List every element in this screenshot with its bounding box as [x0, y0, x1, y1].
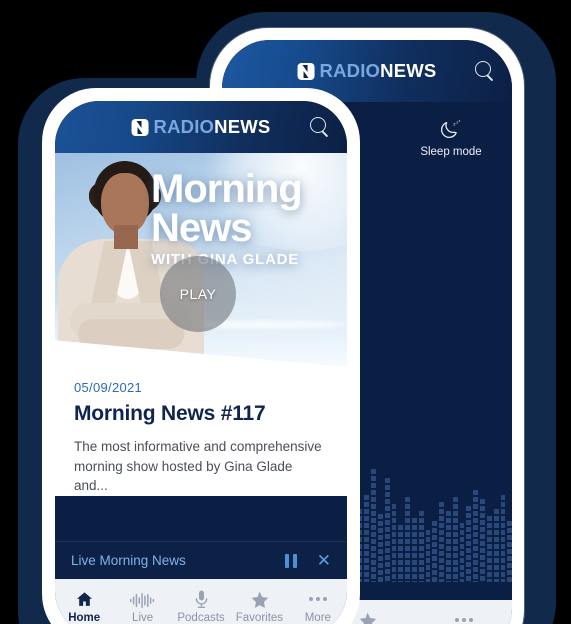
star-icon [358, 611, 377, 624]
waveform-bar [411, 518, 417, 582]
nav-label-podcasts: Podcasts [177, 611, 225, 624]
app-logo: RADIONEWS [297, 59, 437, 81]
nav-item-more[interactable]: More [415, 611, 512, 624]
hero-title-line2: News [151, 205, 253, 250]
nav-item-favorites[interactable]: Favorites [230, 590, 288, 624]
front-app-header: RADIONEWS [55, 101, 347, 153]
hero-title-line1: Morning [151, 167, 303, 211]
nav-label-more: More [304, 611, 331, 624]
logo-text-news: NEWS [380, 59, 437, 81]
waveform-bar [391, 504, 397, 582]
waveform-bar [507, 520, 512, 582]
article-description: The most informative and comprehensive m… [74, 439, 322, 494]
nav-label-live: Live [132, 611, 154, 624]
nav-label-favorites: Favorites [235, 611, 284, 624]
nav-item-more[interactable]: More [289, 590, 347, 624]
waveform-bar [425, 530, 431, 582]
svg-text:z: z [459, 119, 461, 123]
play-button[interactable]: PLAY [160, 256, 236, 332]
screenshot-canvas: RADIONEWS z z z Sleep mode RADIONEWS Mor… [0, 0, 571, 624]
waveform-bar [418, 511, 424, 582]
waveform-bar [473, 489, 479, 582]
moon-zzz-icon: z z z [439, 118, 463, 142]
lightning-bolt-icon [297, 62, 315, 80]
logo-text-news: NEWS [214, 115, 271, 137]
waveform-icon [130, 590, 155, 609]
waveform-bar [364, 494, 370, 582]
waveform-bar [371, 468, 376, 582]
waveform-bar [493, 508, 499, 582]
star-icon [250, 590, 269, 609]
waveform-bar [452, 497, 458, 582]
nav-label-home: Home [68, 611, 101, 624]
home-icon [75, 590, 94, 609]
live-player-title: Live Morning News [71, 553, 186, 568]
logo-text-radio: RADIO [319, 59, 381, 81]
hero-title-block: Morning News WITH GINA GLADE [151, 167, 347, 266]
waveform-bar [480, 499, 485, 582]
close-icon[interactable]: ✕ [317, 552, 331, 569]
logo-text-radio: RADIO [153, 115, 215, 137]
waveform-bar [384, 478, 390, 582]
waveform-bar [432, 520, 438, 582]
nav-item-home[interactable]: Home [55, 590, 113, 624]
waveform-bar [439, 501, 444, 582]
lightning-bolt-icon [131, 118, 149, 136]
ellipsis-icon [454, 611, 473, 624]
hero-episode-banner[interactable]: Morning News WITH GINA GLADE PLAY [55, 153, 347, 366]
waveform-bar [377, 513, 383, 582]
search-icon[interactable] [310, 117, 331, 138]
nav-item-podcasts[interactable]: Podcasts [172, 590, 230, 624]
sleep-mode-label: Sleep mode [420, 146, 482, 158]
phone-front-device: RADIONEWS Morning News WITH GINA GLADE P… [42, 88, 360, 624]
play-button-label: PLAY [179, 286, 217, 302]
microphone-icon [193, 590, 210, 609]
host-neck [114, 225, 138, 249]
waveform-bar [486, 515, 492, 582]
sleep-mode-button[interactable]: z z z Sleep mode [408, 118, 494, 158]
phone-front-screen: RADIONEWS Morning News WITH GINA GLADE P… [55, 101, 347, 624]
pause-icon[interactable] [284, 553, 297, 568]
waveform-bar [398, 525, 404, 582]
waveform-bar [459, 523, 465, 582]
waveform-bar [500, 494, 506, 582]
article-title: Morning News #117 [74, 402, 266, 425]
waveform-bar [446, 511, 451, 582]
waveform-bar [466, 506, 472, 582]
nav-item-live[interactable]: Live [113, 590, 171, 624]
ellipsis-icon [308, 590, 327, 609]
search-icon[interactable] [475, 61, 496, 82]
article-date: 05/09/2021 [74, 380, 143, 395]
front-bottom-nav: Home Live Podcasts Favorites More [55, 579, 347, 624]
live-player-bar[interactable]: Live Morning News ✕ [55, 541, 347, 579]
app-logo: RADIONEWS [131, 115, 271, 137]
waveform-bar [405, 497, 410, 582]
article-block: 05/09/2021 Morning News #117 The most in… [55, 366, 347, 496]
